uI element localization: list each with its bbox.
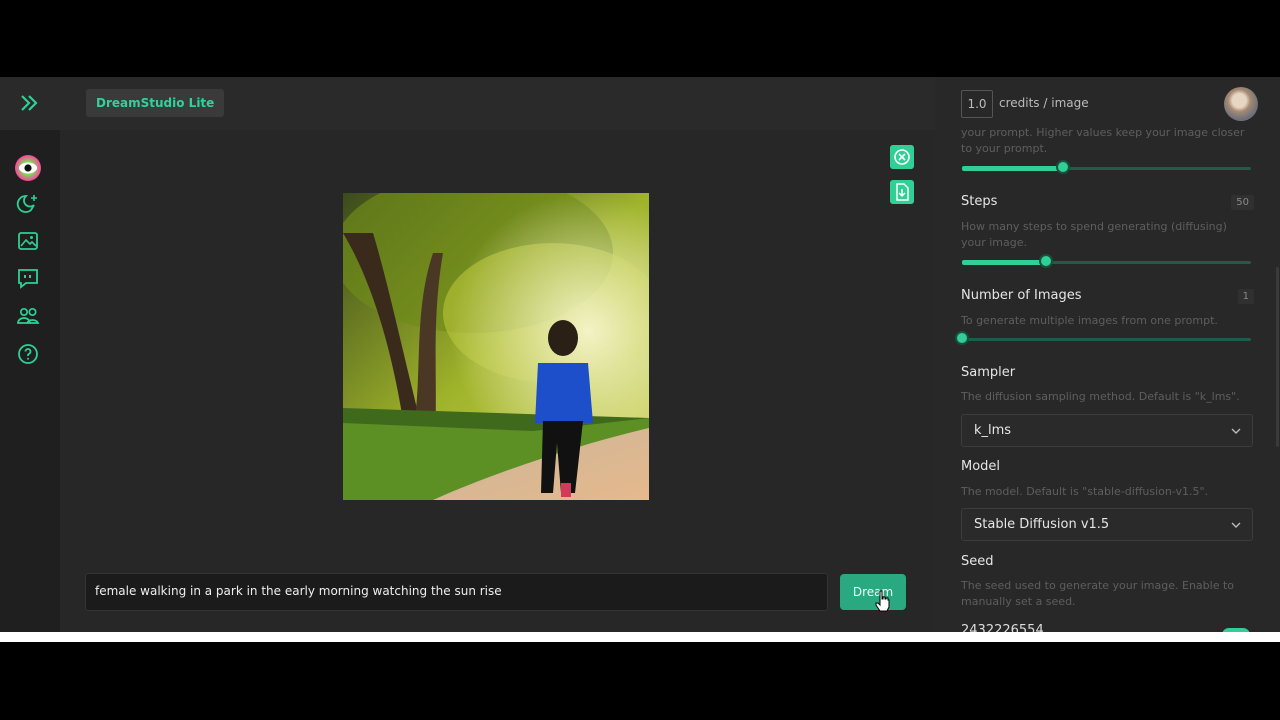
steps-slider-thumb[interactable] [1038, 254, 1053, 268]
settings-panel: 1.0 credits / image your prompt. Higher … [935, 77, 1280, 632]
steps-slider-fill [962, 260, 1046, 265]
model-selected: Stable Diffusion v1.5 [974, 517, 1110, 532]
avatar[interactable] [1224, 87, 1258, 121]
moon-sparkle-icon[interactable] [16, 192, 40, 216]
steps-description: How many steps to spend generating (diff… [961, 220, 1227, 249]
cfg-slider-thumb[interactable] [1056, 160, 1071, 174]
credits-label: credits / image [999, 96, 1089, 110]
download-file-icon[interactable] [890, 180, 914, 204]
chevron-down-icon [1231, 522, 1241, 528]
app-badge[interactable]: DreamStudio Lite [86, 89, 225, 117]
chevron-down-icon [1231, 428, 1241, 434]
prompt-text: female walking in a park in the early mo… [95, 584, 502, 598]
sampler-title: Sampler [961, 365, 1016, 380]
sampler-select[interactable]: k_lms [961, 414, 1253, 447]
credits-input[interactable]: 1.0 [961, 90, 993, 118]
eye-logo-icon[interactable] [13, 153, 43, 183]
settings-scrollbar[interactable] [1276, 267, 1279, 447]
num-images-value: 1 [1237, 289, 1254, 304]
cfg-description: your prompt. Higher values keep your ima… [961, 126, 1245, 155]
seed-description: The seed used to generate your image. En… [961, 579, 1235, 608]
close-circle-icon[interactable] [890, 145, 914, 169]
model-select[interactable]: Stable Diffusion v1.5 [961, 508, 1253, 541]
top-bar: DreamStudio Lite [0, 77, 935, 130]
num-images-slider[interactable] [955, 331, 1251, 345]
num-images-description: To generate multiple images from one pro… [961, 314, 1218, 327]
cfg-slider[interactable] [962, 160, 1251, 174]
credits-bar: 1.0 credits / image [935, 77, 1280, 130]
seed-title: Seed [961, 554, 994, 569]
steps-slider[interactable] [962, 254, 1251, 268]
steps-title: Steps [961, 194, 998, 209]
steps-value: 50 [1231, 195, 1254, 210]
hand-cursor-icon [875, 590, 890, 612]
num-images-slider-thumb[interactable] [955, 331, 969, 345]
double-chevron-right-icon[interactable] [18, 91, 42, 115]
dream-button[interactable]: Dream [840, 574, 906, 610]
num-images-title: Number of Images [961, 288, 1082, 303]
prompt-input[interactable]: female walking in a park in the early mo… [85, 573, 828, 611]
model-description: The model. Default is "stable-diffusion-… [961, 485, 1209, 498]
sidebar [0, 130, 60, 632]
help-circle-icon[interactable] [16, 342, 40, 366]
sampler-description: The diffusion sampling method. Default i… [961, 390, 1240, 403]
model-title: Model [961, 459, 1001, 474]
sampler-selected: k_lms [974, 423, 1012, 438]
cfg-slider-fill [962, 166, 1064, 171]
users-icon[interactable] [16, 304, 40, 328]
bottom-strip [0, 632, 1280, 642]
app-window: DreamStudio Lite female walking in a par… [0, 77, 1280, 632]
image-gallery-icon[interactable] [16, 229, 40, 253]
image-canvas: female walking in a park in the early mo… [60, 130, 935, 632]
generated-image[interactable] [343, 193, 649, 500]
chat-quote-icon[interactable] [16, 266, 40, 290]
seed-input[interactable]: 2432226554 [961, 623, 1215, 632]
